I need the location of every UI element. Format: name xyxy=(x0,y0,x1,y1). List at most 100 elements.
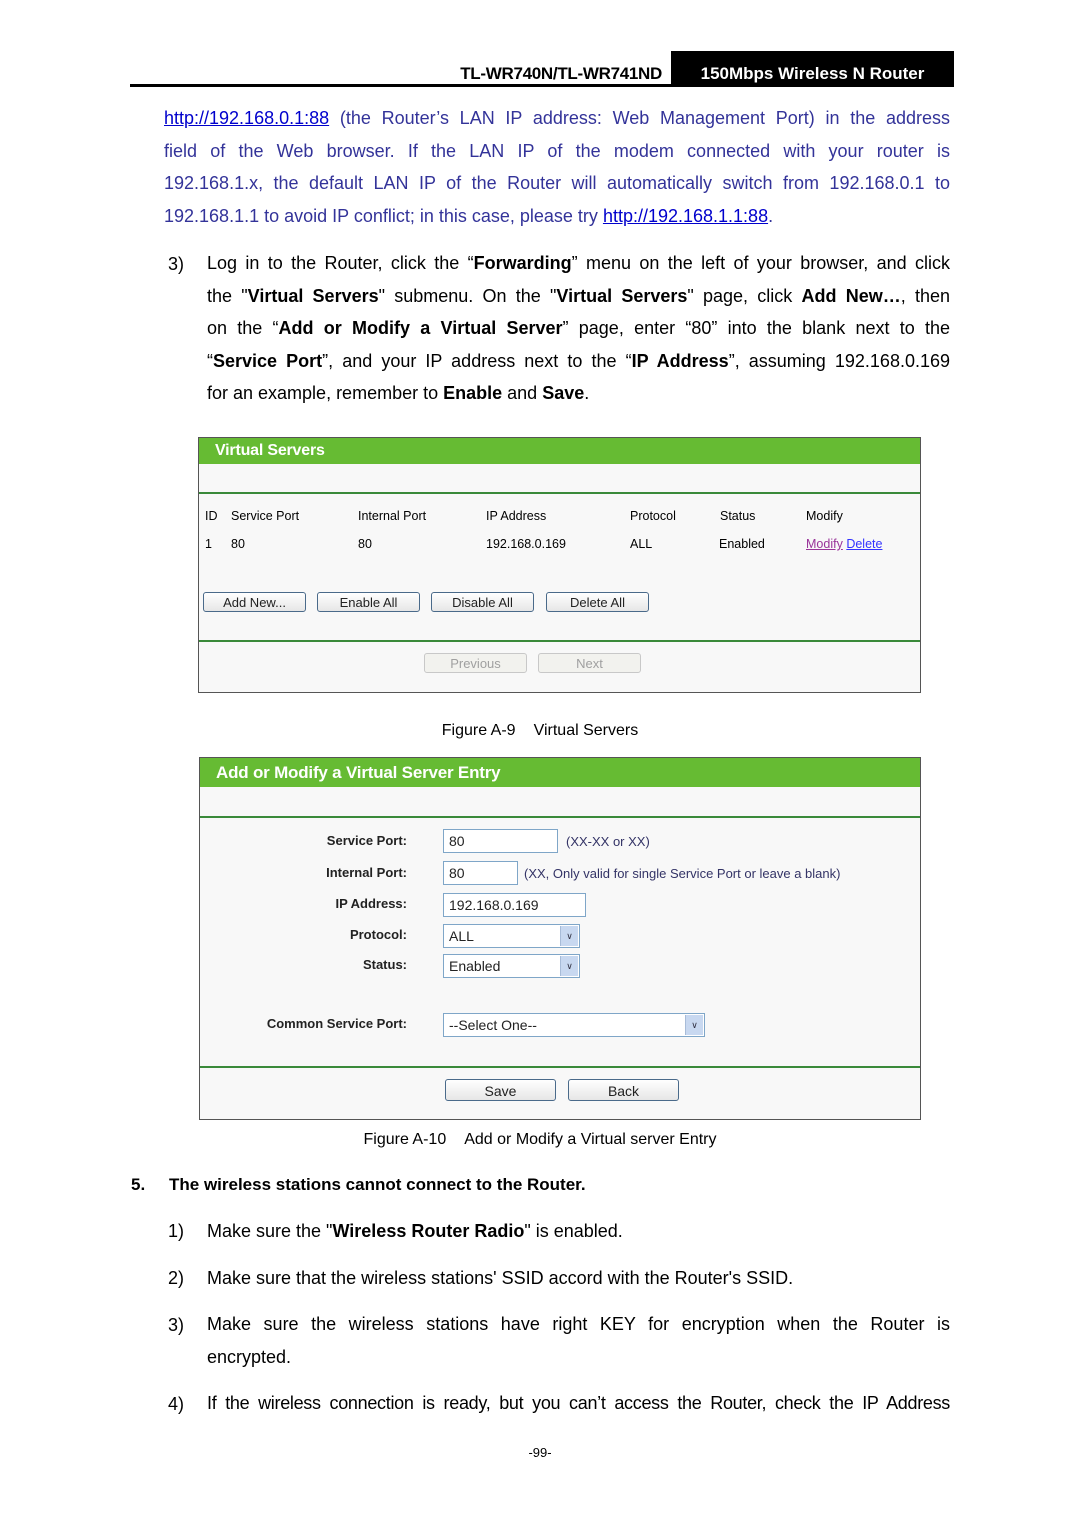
save-button[interactable]: Save xyxy=(445,1079,556,1101)
protocol-select[interactable]: ALL ∨ xyxy=(443,924,580,948)
cell-ip-address: 192.168.0.169 xyxy=(486,537,566,551)
col-status: Status xyxy=(720,509,756,523)
col-ip-address: IP Address xyxy=(486,509,547,523)
text: Make sure the wireless stations have rig… xyxy=(207,1314,950,1334)
figure-a10-caption: Figure A-10 Add or Modify a Virtual serve… xyxy=(0,1131,1080,1149)
protocol-selected-value: ALL xyxy=(449,928,474,944)
divider xyxy=(200,1066,920,1068)
text: " submenu. On the " xyxy=(378,285,557,306)
col-modify: Modify xyxy=(806,509,843,523)
header-rule xyxy=(130,84,954,87)
virtual-servers-table: ID Service Port Internal Port IP Address… xyxy=(199,438,920,568)
intro-line-1: http://192.168.0.1:88 (the Router’s LAN … xyxy=(164,102,950,135)
bold-term: Save xyxy=(542,383,585,403)
text: on the “ xyxy=(207,318,279,338)
item-number: 4) xyxy=(168,1394,185,1414)
common-service-port-selected-value: --Select One-- xyxy=(449,1017,537,1033)
next-button[interactable]: Next xyxy=(538,653,641,673)
bold-term: Forwarding xyxy=(473,253,572,273)
text: for an example, remember to xyxy=(207,383,444,403)
intro-line-3: 192.168.1.x, the default LAN IP of the R… xyxy=(164,173,950,193)
text: If the wireless connection is ready, but… xyxy=(207,1393,950,1413)
bold-term: Enable xyxy=(443,383,503,403)
protocol-label: Protocol: xyxy=(349,927,407,942)
item-number: 1) xyxy=(168,1221,185,1241)
chevron-down-icon[interactable]: ∨ xyxy=(685,1015,703,1035)
doc-header-model: TL-WR740N/TL-WR741ND xyxy=(460,64,662,83)
status-label: Status: xyxy=(362,957,407,972)
back-button[interactable]: Back xyxy=(568,1079,679,1101)
bold-term: Add New… xyxy=(801,285,901,306)
internal-port-label: Internal Port: xyxy=(326,865,407,880)
text: ” menu on the left of your browser, and … xyxy=(571,253,950,273)
col-service-port: Service Port xyxy=(231,509,300,523)
text: . xyxy=(584,383,590,403)
router-url-link[interactable]: http://192.168.0.1:88 xyxy=(164,108,329,128)
status-select[interactable]: Enabled ∨ xyxy=(443,954,580,978)
text: " is enabled. xyxy=(524,1221,623,1241)
disable-all-button[interactable]: Disable All xyxy=(431,592,534,612)
common-service-port-select[interactable]: --Select One-- ∨ xyxy=(443,1013,705,1037)
step3-line-3: on the “Add or Modify a Virtual Server” … xyxy=(207,312,950,345)
step3-line-1: Log in to the Router, click the “Forward… xyxy=(207,247,950,280)
text: Make sure the " xyxy=(207,1221,333,1241)
ip-address-input[interactable]: 192.168.0.169 xyxy=(443,893,586,917)
text: ”, and your IP address next to the “ xyxy=(322,350,632,371)
chevron-down-icon[interactable]: ∨ xyxy=(560,926,578,946)
internal-port-input[interactable]: 80 xyxy=(443,861,518,885)
doc-header-product: 150Mbps Wireless N Router xyxy=(671,51,954,86)
intro-text: . xyxy=(768,205,774,226)
service-port-label: Service Port: xyxy=(326,833,407,848)
step-number: 3) xyxy=(168,254,185,274)
text: the " xyxy=(207,285,248,306)
bold-term: Service Port xyxy=(213,350,323,371)
step3-paragraph: Log in to the Router, click the “Forward… xyxy=(207,247,950,410)
delete-link[interactable]: Delete xyxy=(846,537,882,551)
figure-label: Figure A-9 xyxy=(441,722,516,739)
alt-router-url-link[interactable]: http://192.168.1.1:88 xyxy=(603,206,768,226)
item-number: 2) xyxy=(168,1268,185,1288)
section-number: 5. xyxy=(131,1175,146,1194)
text: and xyxy=(502,383,543,403)
col-protocol: Protocol xyxy=(630,509,676,523)
list-item: Make sure that the wireless stations' SS… xyxy=(207,1268,794,1288)
bold-term: Virtual Servers xyxy=(556,285,688,306)
cell-service-port: 80 xyxy=(231,537,245,551)
enable-all-button[interactable]: Enable All xyxy=(317,592,420,612)
figure-title: Add or Modify a Virtual server Entry xyxy=(464,1131,717,1148)
intro-line-4: 192.168.1.1 to avoid IP conflict; in thi… xyxy=(164,200,950,233)
previous-button[interactable]: Previous xyxy=(424,653,527,673)
internal-port-hint: (XX, Only valid for single Service Port … xyxy=(524,866,841,881)
item-number: 3) xyxy=(168,1315,185,1335)
figure-a9-caption: Figure A-9 Virtual Servers xyxy=(0,722,1080,740)
figure-title: Virtual Servers xyxy=(533,722,639,739)
section-heading: The wireless stations cannot connect to … xyxy=(169,1175,586,1194)
ip-address-label: IP Address: xyxy=(335,896,407,911)
text: encrypted. xyxy=(207,1346,292,1367)
page-number: -99- xyxy=(528,1445,552,1460)
cell-actions: Modify Delete xyxy=(806,537,882,551)
service-port-input[interactable]: 80 xyxy=(443,829,558,853)
bold-term: Add or Modify a Virtual Server xyxy=(278,318,563,338)
intro-line-2: field of the Web browser. If the LAN IP … xyxy=(164,140,950,161)
delete-all-button[interactable]: Delete All xyxy=(546,592,649,612)
common-service-port-label: Common Service Port: xyxy=(266,1016,407,1031)
service-port-hint: (XX-XX or XX) xyxy=(566,834,650,849)
status-selected-value: Enabled xyxy=(449,958,501,974)
cell-status: Enabled xyxy=(719,537,765,551)
add-new-button[interactable]: Add New... xyxy=(203,592,306,612)
list-item: Make sure the wireless stations have rig… xyxy=(207,1308,950,1373)
intro-text: 192.168.1.1 to avoid IP conflict; in thi… xyxy=(164,205,603,226)
text: ” page, enter “80” into the blank next t… xyxy=(562,318,950,338)
divider xyxy=(199,640,920,642)
figure-label: Figure A-10 xyxy=(363,1131,447,1148)
text: ”, assuming 192.168.0.169 xyxy=(728,350,950,371)
chevron-down-icon[interactable]: ∨ xyxy=(560,956,578,976)
list-item: If the wireless connection is ready, but… xyxy=(207,1387,950,1420)
step3-line-5: for an example, remember to Enable and S… xyxy=(207,377,950,410)
cell-internal-port: 80 xyxy=(358,537,372,551)
text: Log in to the Router, click the “ xyxy=(207,253,474,273)
step3-line-4: “Service Port”, and your IP address next… xyxy=(207,345,950,378)
modify-link[interactable]: Modify xyxy=(806,537,843,551)
list-item: Make sure the "Wireless Router Radio" is… xyxy=(207,1221,623,1242)
